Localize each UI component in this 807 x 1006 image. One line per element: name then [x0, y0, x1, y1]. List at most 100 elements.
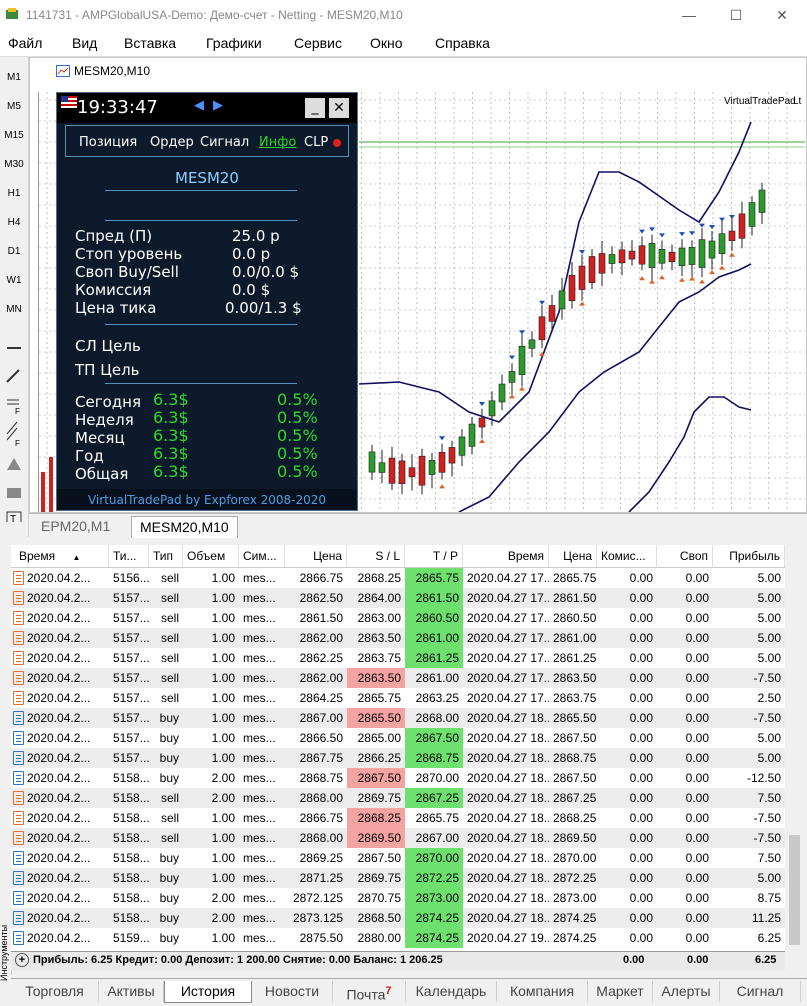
panel-minimize-button[interactable]: _	[305, 98, 325, 118]
col-close-price[interactable]: Цена	[549, 545, 597, 567]
rectangle-icon[interactable]	[7, 488, 21, 498]
triangle-icon[interactable]	[7, 458, 21, 470]
timeframe-h4[interactable]: H4	[0, 217, 28, 228]
tab-alerts[interactable]: Алерты	[653, 981, 720, 1002]
timeframe-h1[interactable]: H1	[0, 188, 28, 199]
col-swap[interactable]: Своп	[657, 545, 713, 567]
table-row[interactable]: 2020.04.2... 5157... buy 1.00 mes... 2867.75 2…	[11, 748, 785, 768]
table-row[interactable]: 2020.04.2... 5157... sell 1.00 mes... 2862.25…	[11, 648, 785, 668]
tab-history[interactable]: История	[164, 981, 252, 1003]
timeframe-w1[interactable]: W1	[0, 275, 28, 286]
tab-signals[interactable]: Сигнал	[720, 981, 801, 1002]
cell-profit: 7.50	[757, 851, 781, 865]
cell-type: buy	[159, 891, 179, 905]
table-row[interactable]: 2020.04.2... 5158... buy 2.00 mes... 2872.125…	[11, 888, 785, 908]
sell-arrow-icon	[729, 252, 735, 257]
cell-type: sell	[160, 671, 179, 685]
col-commission[interactable]: Комис...	[597, 545, 657, 567]
maximize-button[interactable]: ☐	[714, 0, 758, 30]
col-close-time[interactable]: Время	[463, 545, 549, 567]
cell-time: 2020.04.2...	[27, 771, 91, 785]
table-row[interactable]: 2020.04.2... 5159... buy 1.00 mes... 2875.50 2…	[11, 928, 785, 948]
menu-insert[interactable]: Вставка	[124, 35, 176, 51]
table-row[interactable]: 2020.04.2... 5158... buy 1.00 mes... 2871.25 2…	[11, 868, 785, 888]
col-type[interactable]: Тип	[149, 545, 183, 567]
tab-news[interactable]: Новости	[252, 981, 333, 1002]
expand-icon[interactable]: +	[15, 953, 29, 967]
menu-view[interactable]: Вид	[72, 35, 97, 51]
trendline-icon[interactable]	[6, 369, 20, 383]
tab-trade[interactable]: Торговля	[11, 981, 99, 1002]
table-row[interactable]: 2020.04.2... 5157... sell 1.00 mes... 2862.00…	[11, 628, 785, 648]
timeframe-d1[interactable]: D1	[0, 246, 28, 257]
fibo-icon[interactable]: F	[7, 399, 20, 416]
col-price[interactable]: Цена	[285, 545, 347, 567]
candle-body	[548, 305, 556, 322]
table-row[interactable]: 2020.04.2... 5158... buy 2.00 mes... 2868.75 2…	[11, 768, 785, 788]
table-row[interactable]: 2020.04.2... 5158... sell 1.00 mes... 2866.75…	[11, 808, 785, 828]
col-ticket[interactable]: Ти...	[109, 545, 149, 567]
menu-file[interactable]: Файл	[8, 35, 42, 51]
table-scrollbar[interactable]	[786, 545, 803, 951]
table-row[interactable]: 2020.04.2... 5157... buy 1.00 mes... 2866.50 2…	[11, 728, 785, 748]
fibo-fan-icon[interactable]: F	[6, 421, 20, 448]
table-row[interactable]: 2020.04.2... 5158... buy 1.00 mes... 2869.25 2…	[11, 848, 785, 868]
panel-tab-position[interactable]: Позиция	[79, 135, 137, 150]
menu-help[interactable]: Справка	[435, 35, 490, 51]
cell-ticket: 5157...	[113, 751, 149, 765]
cell-comm: 0.00	[629, 651, 653, 665]
panel-tab-order[interactable]: Ордер	[150, 135, 194, 150]
table-row[interactable]: 2020.04.2... 5156... sell 1.00 mes... 2866.75…	[11, 568, 785, 588]
table-row[interactable]: 2020.04.2... 5157... buy 1.00 mes... 2867.00 2…	[11, 708, 785, 728]
sell-arrow-icon	[689, 276, 695, 281]
cell-ctime: 2020.04.27 19...	[467, 931, 549, 945]
panel-tab-info[interactable]: Инфо	[259, 135, 296, 150]
cell-type: sell	[160, 831, 179, 845]
table-row[interactable]: 2020.04.2... 5157... sell 1.00 mes... 2862.00…	[11, 668, 785, 688]
timeframe-m15[interactable]: M15	[0, 130, 28, 141]
tab-market[interactable]: Маркет	[588, 981, 653, 1002]
col-sl[interactable]: S / L	[347, 545, 405, 567]
panel-tab-clp[interactable]: CLP	[304, 135, 328, 150]
col-profit[interactable]: Прибыль	[713, 545, 785, 567]
col-open-time[interactable]: Время ▲	[11, 545, 109, 567]
col-symbol[interactable]: Сим...	[239, 545, 285, 567]
menu-charts[interactable]: Графики	[206, 35, 262, 51]
cell-tp: 2865.75	[415, 811, 459, 825]
tab-calendar[interactable]: Календарь	[406, 981, 497, 1002]
buy-arrow-icon	[729, 215, 735, 220]
close-window-button[interactable]: ✕	[760, 0, 804, 30]
table-row[interactable]: 2020.04.2... 5157... sell 1.00 mes... 2861.50…	[11, 608, 785, 628]
candle-body	[688, 246, 696, 265]
table-row[interactable]: 2020.04.2... 5157... sell 1.00 mes... 2862.50…	[11, 588, 785, 608]
menu-tools[interactable]: Сервис	[294, 35, 342, 51]
table-row[interactable]: 2020.04.2... 5158... sell 2.00 mes... 2868.00…	[11, 788, 785, 808]
panel-close-button[interactable]: ✕	[329, 98, 349, 118]
menu-window[interactable]: Окно	[370, 35, 403, 51]
panel-next-arrow-icon[interactable]: ▶	[213, 98, 223, 113]
minimize-button[interactable]: —	[667, 0, 711, 30]
candle-body	[618, 249, 626, 264]
scrollbar-thumb[interactable]	[789, 835, 800, 945]
timeframe-m1[interactable]: M1	[0, 72, 28, 83]
panel-prev-arrow-icon[interactable]: ◀	[194, 98, 204, 113]
menu-bar: Файл Вид Вставка Графики Сервис Окно Спр…	[0, 30, 807, 57]
col-volume[interactable]: Объем	[183, 545, 239, 567]
tab-assets[interactable]: Активы	[99, 981, 164, 1002]
timeframe-mn[interactable]: MN	[0, 304, 28, 315]
chart-tab-mesm20[interactable]: MESM20,M10	[131, 516, 238, 538]
timeframe-m30[interactable]: M30	[0, 159, 28, 170]
table-row[interactable]: 2020.04.2... 5157... sell 1.00 mes... 2864.25…	[11, 688, 785, 708]
panel-tab-signal[interactable]: Сигнал	[200, 135, 249, 150]
timeframe-m5[interactable]: M5	[0, 101, 28, 112]
tab-company[interactable]: Компания	[497, 981, 588, 1002]
cell-ticket: 5156...	[113, 571, 149, 585]
cell-vol: 1.00	[211, 731, 235, 745]
tab-mailbox[interactable]: Почта7	[333, 981, 406, 1003]
chart-tab-epm20[interactable]: EPM20,M1	[33, 516, 118, 537]
table-row[interactable]: 2020.04.2... 5158... sell 1.00 mes... 2868.00…	[11, 828, 785, 848]
cell-price: 2868.00	[299, 791, 343, 805]
text-icon[interactable]: T	[6, 511, 22, 522]
col-tp[interactable]: T / P	[405, 545, 463, 567]
table-row[interactable]: 2020.04.2... 5158... buy 2.00 mes... 2873.125…	[11, 908, 785, 928]
